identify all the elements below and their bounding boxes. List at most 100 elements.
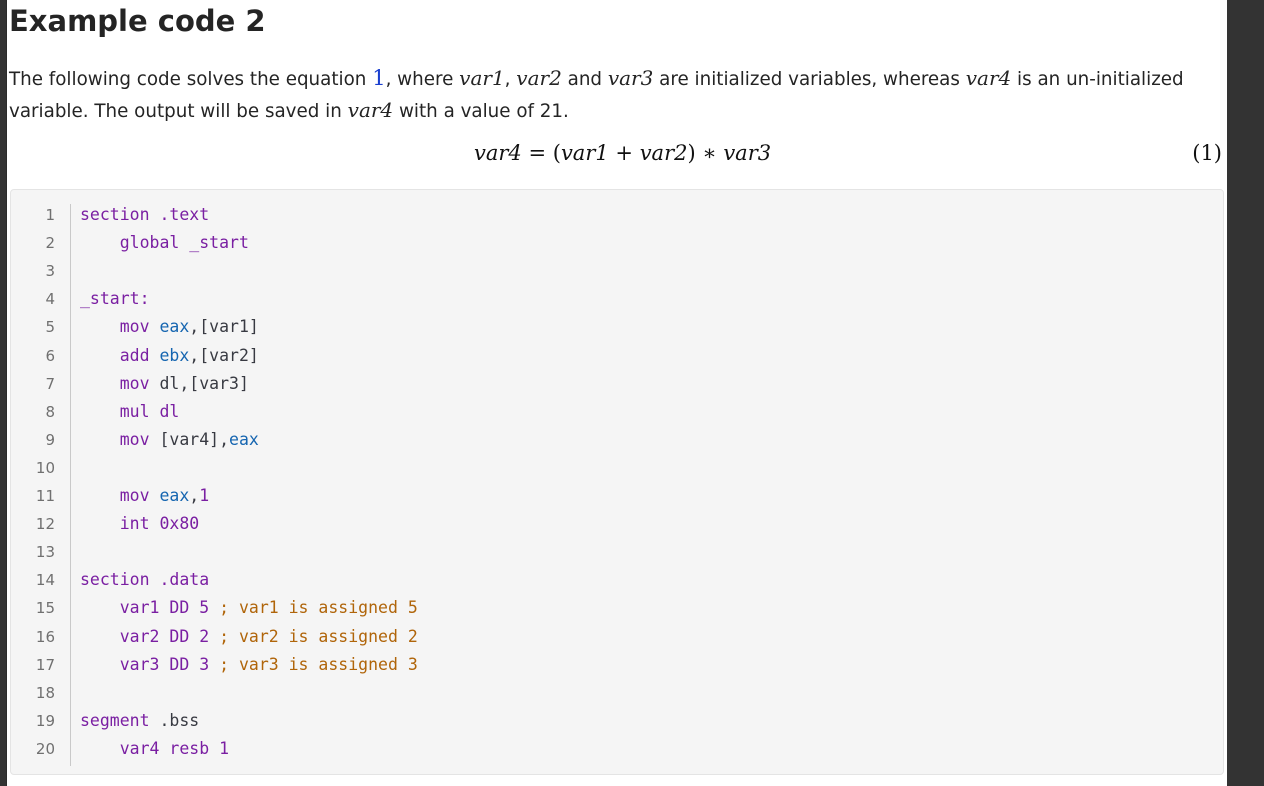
code-text: _start:	[80, 285, 150, 313]
code-token: var1	[80, 598, 170, 618]
code-token: [var4],	[159, 429, 230, 449]
code-text: add ebx,[var2]	[80, 342, 259, 370]
code-token: 0x80	[159, 514, 200, 534]
code-text: var2 DD 2 ; var2 is assigned 2	[80, 623, 418, 651]
math-variable: var2	[516, 66, 562, 90]
line-number: 11	[35, 487, 55, 505]
code-line: 17 var3 DD 3 ; var3 is assigned 3	[11, 651, 1211, 679]
code-token: 1	[199, 486, 210, 505]
code-token: .data	[149, 570, 210, 590]
code-text: segment .bss	[80, 707, 199, 735]
code-line: 4 _start:	[11, 285, 1211, 313]
intro-text: and	[561, 69, 608, 90]
equation-operator: ) ∗	[687, 141, 724, 165]
line-number: 9	[45, 430, 55, 449]
math-variable: var3	[607, 66, 654, 90]
code-line: 7 mov dl,[var3]	[11, 370, 1211, 398]
code-text: section .text	[80, 201, 209, 229]
code-token: eax	[229, 429, 259, 449]
code-token: 3	[199, 654, 210, 674]
code-line: 8 mul dl	[11, 398, 1211, 426]
code-token: DD	[169, 598, 200, 618]
code-token: global	[80, 233, 180, 253]
equation-lhs: var4	[474, 141, 522, 165]
code-token: dl	[159, 401, 180, 421]
line-number: 6	[45, 346, 55, 365]
line-number: 13	[35, 543, 55, 562]
code-token: DD	[169, 654, 200, 674]
code-token: ebx	[159, 345, 190, 365]
code-block[interactable]: 1 section .text 2 global _start 3 4 _start: 5 …	[10, 189, 1224, 775]
equation-term: var3	[723, 141, 772, 165]
code-text: var3 DD 3 ; var3 is assigned 3	[80, 651, 418, 679]
code-token: mov	[80, 429, 160, 449]
code-token: ,[var3]	[179, 373, 249, 393]
code-line: 1 section .text	[11, 201, 1211, 229]
code-token: _start:	[80, 289, 150, 309]
code-line: 3	[11, 257, 1211, 285]
line-number: 19	[35, 711, 55, 730]
code-text: mov dl,[var3]	[80, 370, 249, 398]
code-token: mov	[80, 373, 160, 393]
line-number: 3	[45, 262, 55, 281]
code-token: eax	[159, 486, 190, 505]
display-equation: var4 = (var1 + var2) ∗ var3 (1)	[7, 136, 1226, 170]
line-number: 12	[35, 515, 55, 534]
code-token: 1	[219, 738, 230, 758]
code-token: ,[var1]	[189, 317, 259, 337]
line-number: 18	[35, 683, 55, 702]
code-token: ; var1 is assigned 5	[209, 598, 418, 618]
code-line: 5 mov eax,[var1]	[11, 313, 1211, 341]
intro-text: The following code solves the equation	[9, 69, 373, 90]
code-token: 2	[199, 626, 210, 646]
line-number: 14	[35, 571, 55, 590]
code-line: 19 segment .bss	[11, 707, 1211, 735]
code-token: ; var3 is assigned 3	[209, 654, 418, 674]
code-token: int	[80, 514, 160, 534]
code-token: dl	[159, 373, 180, 393]
line-number: 2	[45, 234, 55, 253]
code-line: 12 int 0x80	[11, 510, 1211, 538]
code-token: add	[80, 345, 160, 365]
code-text: mov [var4],eax	[80, 426, 259, 454]
code-text: mov eax,1	[80, 482, 209, 510]
code-line: 6 add ebx,[var2]	[11, 342, 1211, 370]
line-number: 17	[35, 655, 55, 674]
equation-body: var4 = (var1 + var2) ∗ var3	[474, 136, 771, 170]
math-variable: var4	[347, 98, 394, 122]
code-token: resb	[169, 738, 220, 758]
line-number: 5	[45, 318, 55, 337]
code-line: 15 var1 DD 5 ; var1 is assigned 5	[11, 594, 1211, 622]
code-token: var4	[80, 738, 170, 758]
code-token: mov	[80, 486, 160, 505]
code-line: 11 mov eax,1	[11, 482, 1211, 510]
line-number: 4	[45, 290, 55, 309]
intro-text: with a value of 21.	[393, 101, 569, 122]
line-number: 16	[35, 627, 55, 646]
code-token: .text	[149, 205, 210, 224]
math-variable: var4	[965, 66, 1012, 90]
line-number: 20	[35, 739, 55, 758]
math-variable: var1	[459, 66, 505, 90]
code-line: 10	[11, 454, 1211, 482]
intro-text: ,	[504, 69, 517, 90]
code-text: mov eax,[var1]	[80, 313, 259, 341]
code-token: var3	[80, 654, 170, 674]
code-line: 16 var2 DD 2 ; var2 is assigned 2	[11, 623, 1211, 651]
code-token: section	[80, 205, 150, 224]
code-token: ; var2 is assigned 2	[209, 626, 418, 646]
equation-operator: = (	[521, 141, 561, 165]
code-token: 5	[199, 598, 210, 618]
line-number: 15	[35, 599, 55, 618]
code-token: mov	[80, 317, 160, 337]
equation-reference-link[interactable]: 1	[372, 66, 385, 90]
intro-text: , where	[385, 69, 460, 90]
document-page: Example code 2 The following code solves…	[6, 0, 1227, 786]
equation-operator: +	[608, 141, 640, 165]
code-token: ,[var2]	[189, 345, 259, 365]
code-text: var1 DD 5 ; var1 is assigned 5	[80, 594, 418, 622]
code-token: ,	[189, 486, 200, 505]
code-text: global _start	[80, 229, 249, 257]
line-number: 10	[35, 458, 55, 477]
equation-term: var1	[560, 141, 609, 165]
